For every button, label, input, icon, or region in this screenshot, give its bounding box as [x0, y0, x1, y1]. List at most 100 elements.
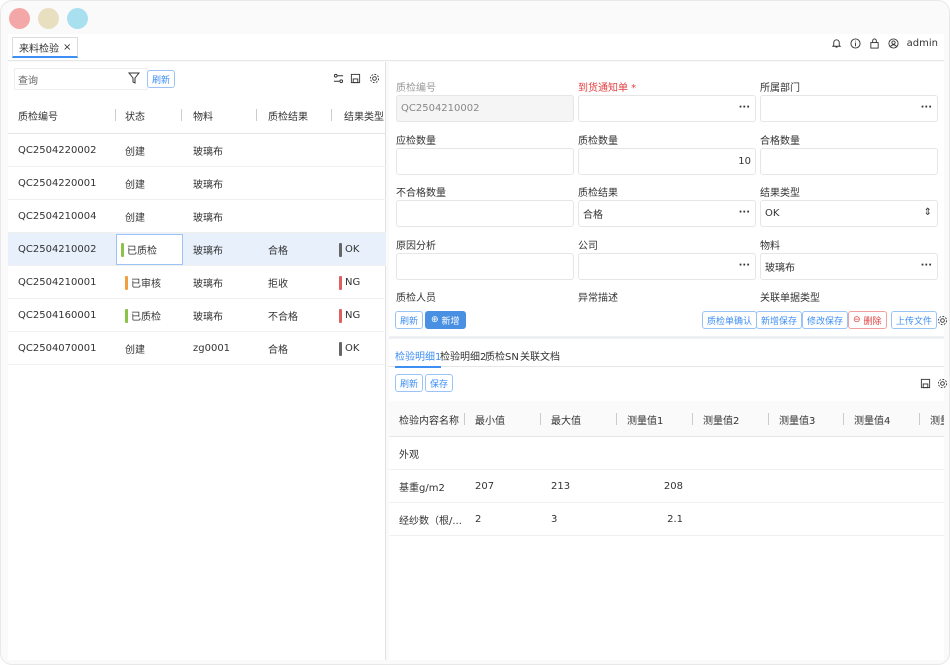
col-separator — [692, 413, 693, 425]
table-row[interactable]: QC2504070001 创建 zg0001 合格 OK — [8, 332, 386, 365]
form-refresh-button[interactable]: 刷新 — [395, 311, 424, 329]
lookup-icon[interactable]: ··· — [739, 207, 750, 218]
col-separator — [256, 109, 257, 121]
table-row[interactable]: 经纱数（根/... 2 3 2.1 — [389, 503, 944, 536]
status-text: 创建 — [125, 147, 145, 158]
detail-save-button[interactable]: 保存 — [425, 374, 454, 392]
info-icon[interactable] — [850, 38, 861, 49]
col-separator — [181, 109, 182, 121]
user-icon[interactable] — [888, 38, 899, 49]
save-icon[interactable] — [350, 73, 361, 84]
cause-label: 原因分析 — [396, 241, 436, 252]
lookup-icon[interactable]: ··· — [921, 102, 932, 113]
save-edit-button[interactable]: 修改保存 — [802, 311, 849, 329]
add-button-label: 新增 — [441, 316, 460, 327]
columns-settings-icon[interactable] — [333, 73, 344, 84]
col-max[interactable]: 最大值 — [551, 403, 581, 435]
lock-icon[interactable] — [869, 38, 880, 49]
col-status[interactable]: 状态 — [125, 96, 145, 134]
table-row[interactable]: QC2504160001 已质检 玻璃布 不合格 NG — [8, 299, 386, 332]
confirm-button[interactable]: 质检单确认 — [702, 311, 758, 329]
maximize-window-dot[interactable] — [67, 8, 88, 29]
add-button[interactable]: ⊕ 新增 — [425, 311, 466, 329]
tab-qc-sn[interactable]: 质检SN — [485, 348, 519, 363]
col-measure-3[interactable]: 测量值3 — [779, 403, 815, 435]
lookup-icon[interactable]: ··· — [739, 260, 750, 271]
gear-icon[interactable] — [937, 378, 948, 389]
filter-icon[interactable] — [128, 72, 140, 84]
tab-bar: 来料检验 × admin — [8, 34, 944, 61]
cell-status: 创建 — [125, 134, 145, 167]
cell-measure-1[interactable] — [627, 437, 683, 470]
col-measure-1[interactable]: 测量值1 — [627, 403, 663, 435]
username[interactable]: admin — [907, 38, 938, 49]
material-field[interactable]: 玻璃布 ··· — [760, 253, 938, 280]
tab-incoming-inspection[interactable]: 来料检验 × — [12, 37, 79, 58]
result-type-text: OK — [345, 343, 360, 354]
arrival-notice-field[interactable]: ··· — [578, 95, 756, 122]
arrival-notice-label: 到货通知单 * — [578, 83, 637, 94]
due-qty-field[interactable] — [396, 148, 574, 175]
cause-field[interactable] — [396, 253, 574, 280]
dept-field[interactable]: ··· — [760, 95, 938, 122]
status-text: 创建 — [125, 180, 145, 191]
cell-material: 玻璃布 — [193, 279, 223, 290]
detail-refresh-button[interactable]: 刷新 — [395, 374, 424, 392]
table-row[interactable]: 外观 — [389, 437, 944, 470]
pass-qty-field[interactable] — [760, 148, 938, 175]
upload-button[interactable]: 上传文件 — [891, 311, 938, 329]
tab-close-icon[interactable]: × — [63, 42, 71, 53]
col-separator — [464, 413, 465, 425]
col-material[interactable]: 物料 — [193, 96, 213, 134]
gear-icon[interactable] — [937, 315, 948, 326]
col-min[interactable]: 最小值 — [475, 403, 505, 435]
col-qc-no[interactable]: 质检编号 — [18, 96, 58, 134]
col-result-type[interactable]: 结果类型 — [344, 96, 384, 134]
save-icon[interactable] — [920, 378, 931, 389]
table-row[interactable]: QC2504210001 已审核 玻璃布 拒收 NG — [8, 266, 386, 299]
cell-qc-result: 合格 — [268, 246, 288, 257]
list-refresh-button[interactable]: 刷新 — [147, 70, 176, 88]
gear-icon[interactable] — [369, 73, 380, 84]
lookup-icon[interactable]: ··· — [739, 102, 750, 113]
qc-qty-field[interactable]: 10 — [578, 148, 756, 175]
save-new-button[interactable]: 新增保存 — [756, 311, 803, 329]
cell-measure-1[interactable]: 208 — [627, 470, 683, 503]
cell-result-type: OK — [339, 332, 359, 365]
search-placeholder: 查询 — [18, 75, 38, 87]
table-row[interactable]: QC2504220002 创建 玻璃布 — [8, 134, 386, 167]
col-measure-4[interactable]: 测量值4 — [854, 403, 890, 435]
table-row[interactable]: QC2504210004 创建 玻璃布 — [8, 200, 386, 233]
cell-status: 创建 — [125, 332, 145, 365]
material-value: 玻璃布 — [765, 263, 795, 274]
fail-qty-label: 不合格数量 — [396, 188, 446, 199]
minus-circle-icon: ⊖ — [853, 315, 861, 325]
inspection-detail-panel: 质检编号 到货通知单 * 所属部门 QC2504210002 ··· ··· 应… — [389, 62, 948, 660]
cell-qc-no: QC2504160001 — [18, 310, 97, 321]
delete-button[interactable]: ⊖ 删除 — [848, 311, 887, 329]
bell-icon[interactable] — [831, 38, 842, 49]
minimize-window-dot[interactable] — [38, 8, 59, 29]
company-field[interactable]: ··· — [578, 253, 756, 280]
col-measure-2[interactable]: 测量值2 — [703, 403, 739, 435]
status-indicator — [125, 308, 128, 323]
result-type-text: OK — [345, 244, 360, 255]
table-row[interactable]: QC2504210002 已质检 玻璃布 合格 OK — [8, 233, 386, 266]
tab-related-docs[interactable]: 关联文档 — [520, 348, 560, 363]
col-separator — [540, 413, 541, 425]
lookup-icon[interactable]: ··· — [921, 260, 932, 271]
table-row[interactable]: 基重g/m2 207 213 208 — [389, 470, 944, 503]
close-window-dot[interactable] — [9, 8, 30, 29]
fail-qty-field[interactable] — [396, 200, 574, 227]
table-row[interactable]: QC2504220001 创建 玻璃布 — [8, 167, 386, 200]
tab-detail-1[interactable]: 检验明细1 — [395, 348, 442, 368]
col-separator — [331, 109, 332, 121]
tab-detail-2[interactable]: 检验明细2 — [440, 348, 486, 363]
col-qc-result[interactable]: 质检结果 — [268, 96, 308, 134]
cell-measure-1[interactable]: 2.1 — [627, 503, 683, 536]
qc-result-field[interactable]: 合格 ··· — [578, 200, 756, 227]
col-item-name[interactable]: 检验内容名称 — [399, 403, 459, 435]
result-type-select[interactable]: OK ⇕ — [760, 200, 938, 227]
col-measure-5[interactable]: 测量 — [930, 403, 944, 435]
select-arrows-icon[interactable]: ⇕ — [924, 207, 932, 218]
